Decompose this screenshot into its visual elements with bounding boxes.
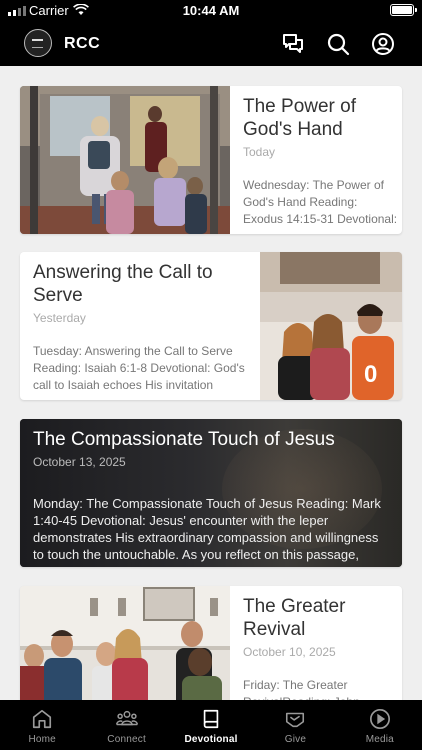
devotional-card[interactable]: The Power of God's Hand Today Wednesday:…: [20, 86, 402, 234]
devotional-feed[interactable]: The Power of God's Hand Today Wednesday:…: [0, 66, 422, 700]
devotional-card-featured[interactable]: The Compassionate Touch of Jesus October…: [20, 419, 402, 567]
tab-home[interactable]: Home: [0, 700, 84, 750]
devotional-excerpt: Friday: The Greater RevivalReading: John: [243, 678, 360, 700]
profile-icon[interactable]: [371, 32, 395, 56]
devotional-photo: 0: [260, 252, 402, 400]
devotional-text: The Compassionate Touch of Jesus October…: [33, 419, 393, 567]
tab-label: Media: [365, 734, 394, 745]
tab-connect[interactable]: Connect: [84, 700, 168, 750]
book-icon: [203, 709, 219, 729]
devotional-date: October 10, 2025: [243, 645, 336, 659]
devotional-card[interactable]: The Greater Revival October 10, 2025 Fri…: [20, 586, 402, 700]
people-icon: [115, 710, 138, 726]
devotional-excerpt: Monday: The Compassionate Touch of Jesus…: [33, 496, 381, 562]
clock: 10:44 AM: [182, 3, 240, 18]
tab-give[interactable]: Give: [253, 700, 337, 750]
tab-label: Home: [28, 734, 56, 745]
devotional-excerpt: Tuesday: Answering the Call to Serve Rea…: [33, 344, 245, 392]
tab-media[interactable]: Media: [338, 700, 422, 750]
devotional-text: The Greater Revival October 10, 2025 Fri…: [243, 586, 402, 700]
devotional-date: Yesterday: [33, 311, 86, 325]
devotional-title: Answering the Call to Serve: [33, 262, 213, 306]
home-icon: [33, 709, 52, 729]
svg-text:0: 0: [364, 361, 377, 388]
devotional-photo: [20, 86, 230, 234]
devotional-title: The Compassionate Touch of Jesus: [33, 429, 335, 450]
tab-devotional[interactable]: Devotional: [169, 700, 253, 750]
devotional-title: The Power of God's Hand: [243, 96, 356, 140]
devotional-title: The Greater Revival: [243, 596, 346, 640]
devotional-photo: [20, 586, 230, 700]
devotional-date: October 13, 2025: [33, 455, 126, 469]
tab-label: Devotional: [184, 734, 238, 745]
tab-label: Connect: [107, 734, 146, 745]
app-header: RCC: [0, 22, 422, 66]
tab-label: Give: [284, 734, 307, 745]
church-logo[interactable]: [24, 29, 52, 57]
devotional-text: Answering the Call to Serve Yesterday Tu…: [33, 252, 259, 400]
devotional-date: Today: [243, 145, 276, 159]
battery-icon: [390, 4, 417, 16]
play-icon: [369, 709, 390, 729]
bottom-tab-bar: Home Connect Devotional Give Media: [0, 700, 422, 750]
give-hand-icon: [286, 712, 305, 728]
status-bar: Carrier 10:44 AM: [0, 0, 422, 22]
devotional-text: The Power of God's Hand Today Wednesday:…: [243, 86, 402, 234]
search-icon[interactable]: [326, 32, 350, 56]
devotional-card[interactable]: Answering the Call to Serve Yesterday Tu…: [20, 252, 402, 400]
chat-icon[interactable]: [281, 32, 305, 56]
app-title: RCC: [64, 35, 101, 52]
top-bar: Carrier 10:44 AM RCC: [0, 0, 422, 66]
devotional-excerpt: Wednesday: The Power of God's Hand Readi…: [243, 178, 398, 226]
